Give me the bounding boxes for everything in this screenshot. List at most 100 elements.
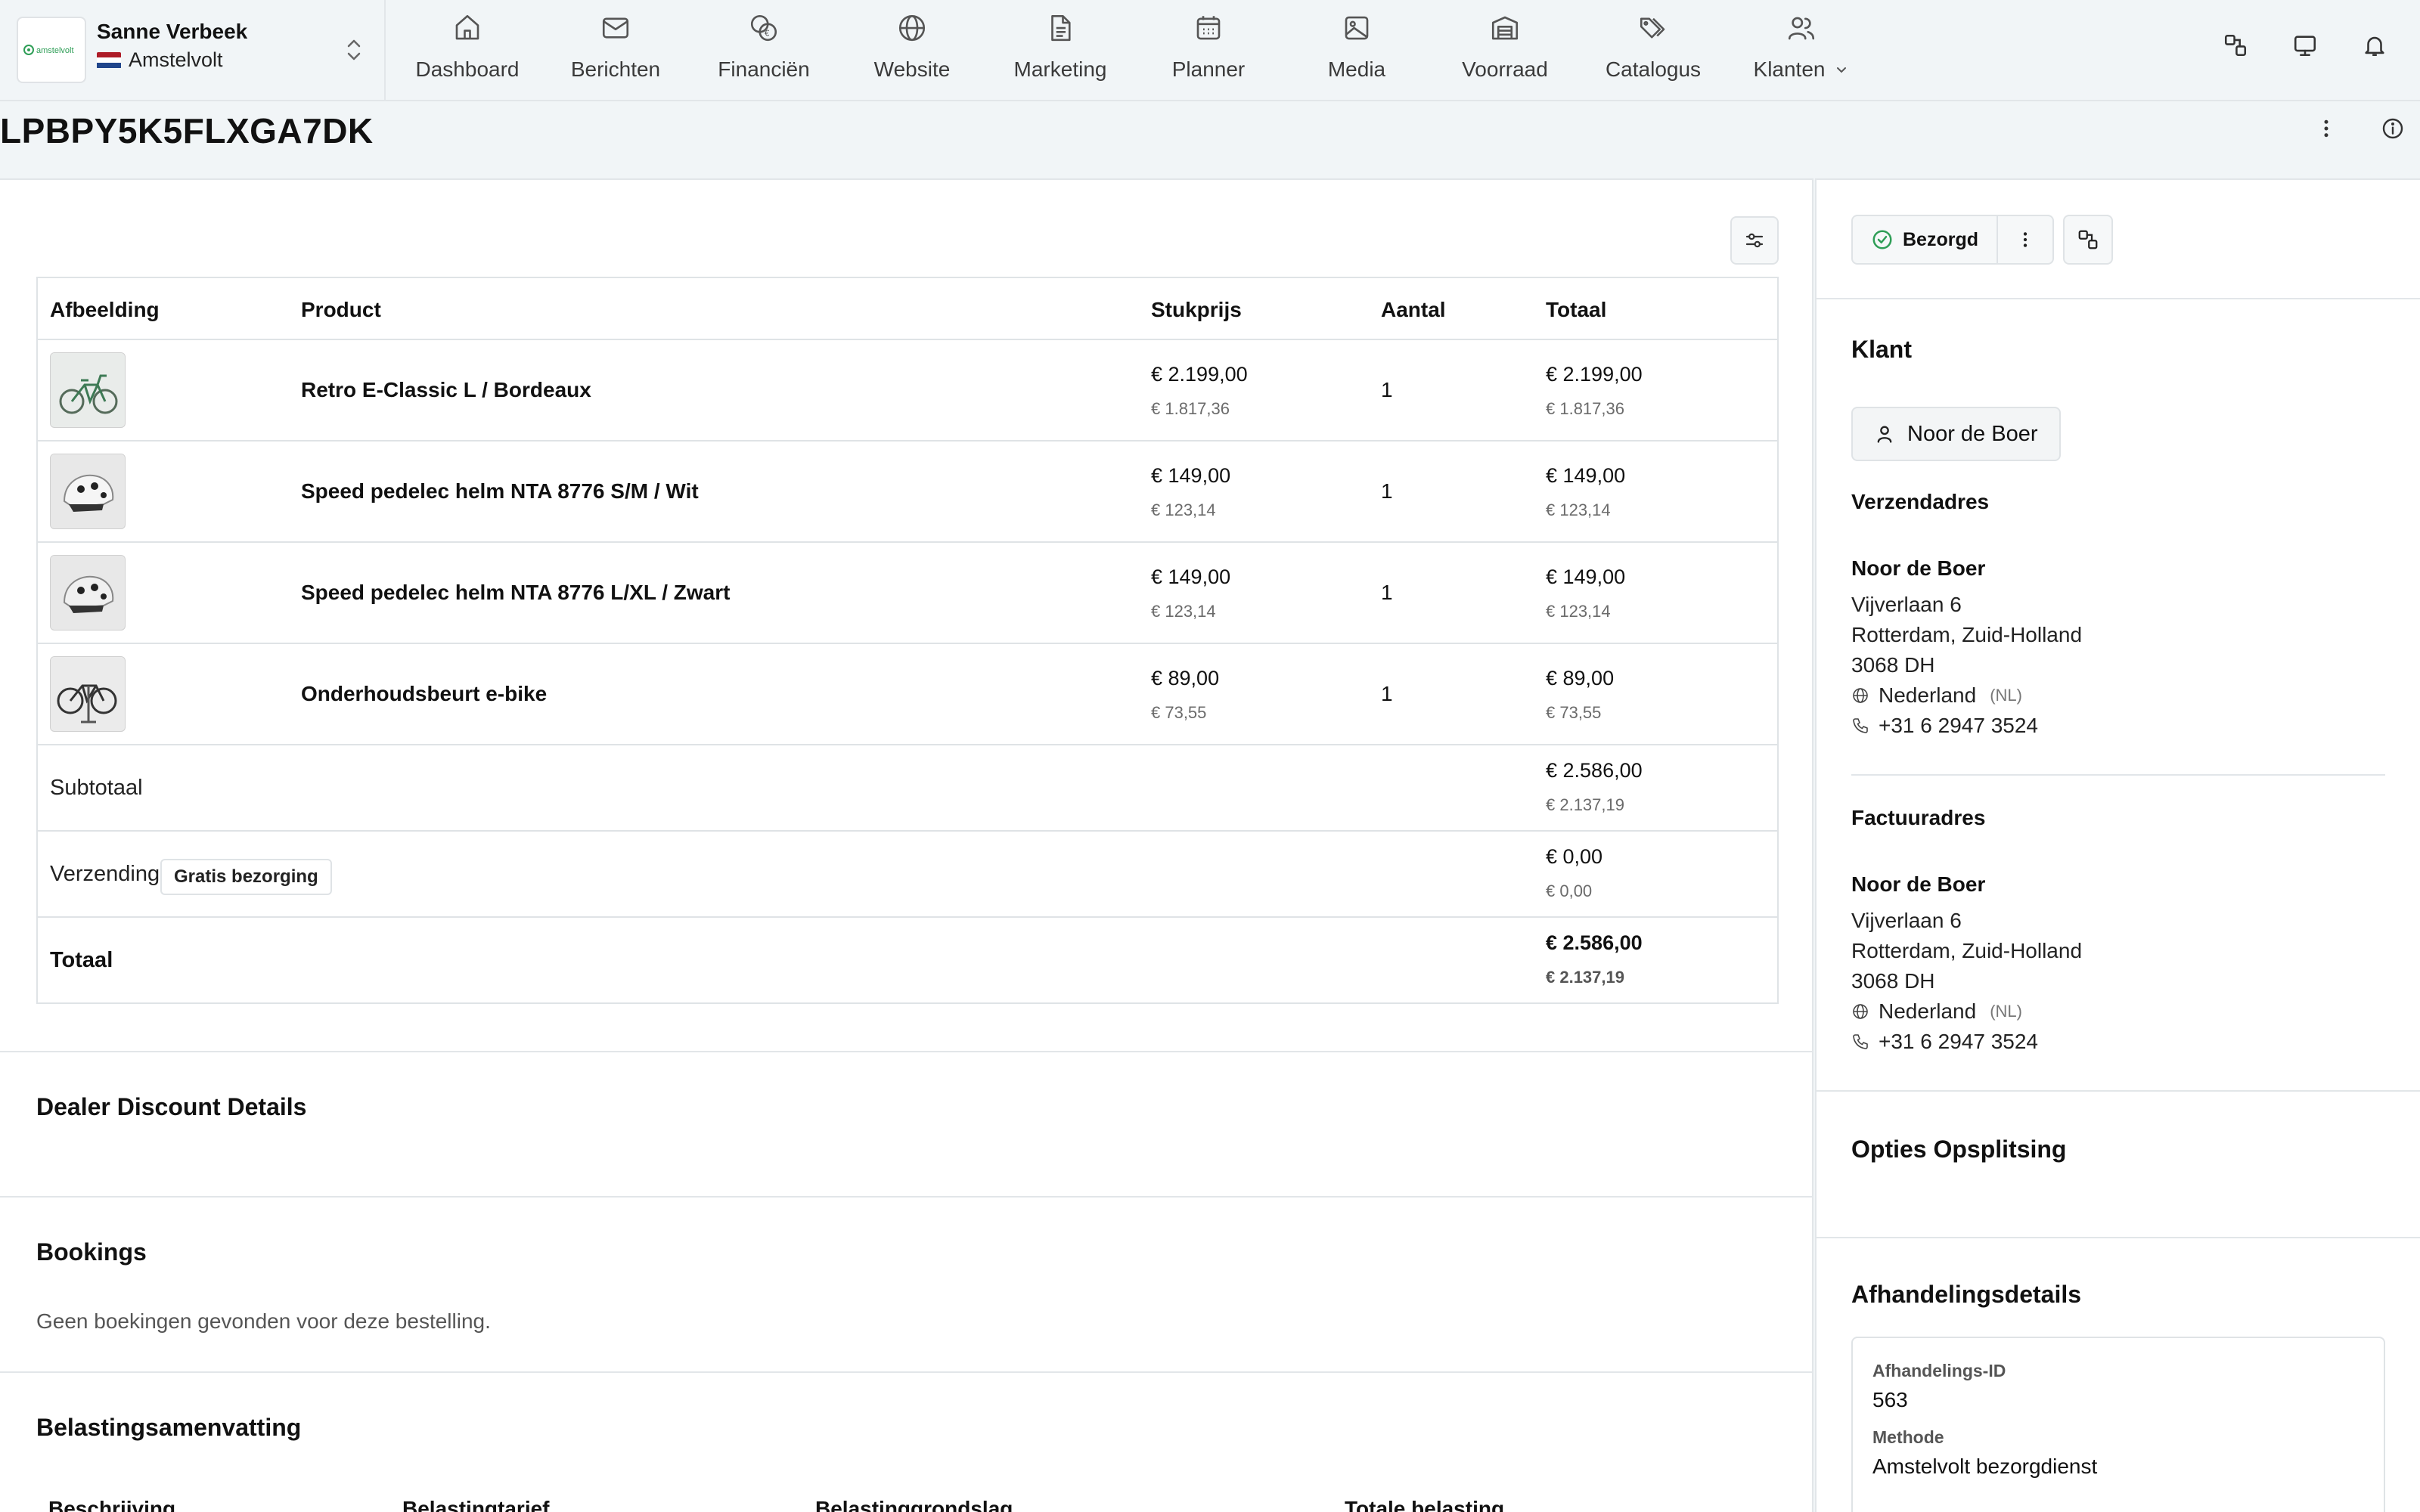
- options-breakdown-card: Opties Opsplitsing: [1815, 1090, 2420, 1237]
- fulfillment-method-label: Methode: [1872, 1427, 1944, 1447]
- quantity: 1: [1381, 581, 1393, 604]
- bell-icon[interactable]: [2360, 30, 2390, 60]
- billing-name: Noor de Boer: [1851, 872, 1986, 896]
- customer-title: Klant: [1851, 336, 1912, 363]
- customer-button[interactable]: Noor de Boer: [1851, 407, 2061, 461]
- nav-item-financien[interactable]: € Financiën: [690, 0, 838, 101]
- fulfillment-details-box: Afhandelings-ID 563 Methode Amstelvolt b…: [1851, 1337, 2385, 1512]
- nav-label: Berichten: [570, 57, 661, 81]
- dealer-discount-title: Dealer Discount Details: [36, 1093, 307, 1120]
- info-icon[interactable]: [2378, 113, 2408, 144]
- bookings-empty-message: Geen boekingen gevonden voor deze bestel…: [36, 1309, 491, 1333]
- product-thumbnail: [50, 555, 126, 631]
- coins-icon: €: [748, 11, 780, 45]
- bike-repair-image: [51, 657, 125, 731]
- billing-country: Nederland (NL): [1851, 999, 2022, 1024]
- product-name[interactable]: Speed pedelec helm NTA 8776 L/XL / Zwart: [301, 581, 730, 605]
- main-nav: Dashboard Berichten € Financiën Website …: [393, 0, 1876, 101]
- divider: [0, 1371, 1813, 1373]
- unit-price-ex-vat: € 123,14: [1151, 500, 1216, 519]
- monitor-icon[interactable]: [2290, 30, 2320, 60]
- nav-label: Website: [873, 57, 951, 81]
- fulfillment-title: Afhandelingsdetails: [1851, 1281, 2082, 1308]
- tax-column-header: Totale belasting: [1345, 1497, 1505, 1512]
- shipping-method-badge: Gratis bezorging: [160, 859, 332, 895]
- line-total-ex-vat: € 123,14: [1546, 500, 1611, 519]
- billing-city: Rotterdam, Zuid-Holland: [1851, 939, 2083, 962]
- quantity: 1: [1381, 479, 1393, 503]
- product-name[interactable]: Retro E-Classic L / Bordeaux: [301, 378, 591, 402]
- fulfillment-method-value: Amstelvolt bezorgdienst: [1872, 1455, 2098, 1478]
- nav-item-klanten[interactable]: Klanten: [1727, 0, 1876, 101]
- shipping-address-title: Verzendadres: [1851, 490, 1990, 513]
- divider: [0, 1196, 1813, 1198]
- product-name[interactable]: Speed pedelec helm NTA 8776 S/M / Wit: [301, 479, 699, 503]
- product-thumbnail: [50, 454, 126, 529]
- table-row[interactable]: Speed pedelec helm NTA 8776 S/M / Wit € …: [38, 442, 1777, 543]
- line-total: € 149,00: [1546, 565, 1626, 588]
- table-row[interactable]: Speed pedelec helm NTA 8776 L/XL / Zwart…: [38, 543, 1777, 644]
- nav-item-marketing[interactable]: Marketing: [986, 0, 1134, 101]
- options-breakdown-title: Opties Opsplitsing: [1851, 1136, 2067, 1163]
- more-vertical-icon: [2023, 232, 2028, 247]
- divider: [1851, 774, 2385, 776]
- phone-number[interactable]: +31 6 2947 3524: [1879, 714, 2038, 738]
- workflow-icon[interactable]: [2220, 30, 2251, 60]
- shipping-name: Noor de Boer: [1851, 556, 1986, 580]
- globe-icon: [1853, 688, 1868, 703]
- tags-icon: [1637, 11, 1669, 45]
- country-name: Nederland: [1879, 999, 1977, 1023]
- svg-text:€: €: [765, 29, 770, 39]
- status-more-button[interactable]: [1996, 216, 2052, 263]
- users-icon: [1786, 11, 1817, 45]
- page-title: LPBPY5K5FLXGA7DK: [0, 111, 374, 150]
- subtotal-value-ex-vat: € 2.137,19: [1546, 795, 1624, 814]
- total-row: Totaal € 2.586,00 € 2.137,19: [38, 918, 1777, 1004]
- shipping-row: Verzending Gratis bezorging € 0,00 € 0,0…: [38, 832, 1777, 918]
- phone-number[interactable]: +31 6 2947 3524: [1879, 1030, 2038, 1054]
- nav-item-planner[interactable]: Planner: [1134, 0, 1283, 101]
- nav-item-berichten[interactable]: Berichten: [541, 0, 690, 101]
- fulfillment-id-value: 563: [1872, 1388, 1908, 1411]
- shipping-street: Vijverlaan 6: [1851, 593, 1962, 616]
- home-icon: [451, 11, 483, 45]
- order-lines-table: Afbeelding Product Stukprijs Aantal Tota…: [36, 277, 1779, 1004]
- nav-item-dashboard[interactable]: Dashboard: [393, 0, 541, 101]
- workflow-button[interactable]: [2063, 215, 2113, 265]
- status-label: Bezorgd: [1903, 228, 1978, 250]
- product-thumbnail: [50, 656, 126, 732]
- store-switcher[interactable]: amstelvolt Sanne Verbeek Amstelvolt: [0, 0, 386, 101]
- nav-label: Klanten: [1753, 57, 1826, 81]
- user-icon: [1877, 426, 1892, 443]
- tax-summary-title: Belastingsamenvatting: [36, 1414, 302, 1441]
- shipping-zip: 3068 DH: [1851, 653, 1935, 677]
- mail-icon: [600, 11, 631, 45]
- image-icon: [1341, 11, 1373, 45]
- document-icon: [1044, 11, 1076, 45]
- nav-label: Financiën: [718, 57, 810, 81]
- unit-price-ex-vat: € 73,55: [1151, 703, 1207, 722]
- subtotal-value: € 2.586,00: [1546, 759, 1643, 782]
- unit-price-ex-vat: € 1.817,36: [1151, 399, 1230, 418]
- billing-phone: +31 6 2947 3524: [1851, 1030, 2038, 1054]
- globe-icon: [896, 11, 928, 45]
- nav-label: Catalogus: [1605, 57, 1702, 81]
- tax-column-header: Belastingtarief: [402, 1497, 550, 1512]
- divider: [0, 1051, 1813, 1052]
- country-name: Nederland: [1879, 683, 1977, 707]
- fulfillment-id-label: Afhandelings-ID: [1872, 1361, 2006, 1380]
- more-vertical-icon[interactable]: [2311, 113, 2341, 144]
- nav-item-catalogus[interactable]: Catalogus: [1579, 0, 1727, 101]
- status-split-button: Bezorgd: [1851, 215, 2054, 265]
- store-name: Amstelvolt: [129, 48, 223, 71]
- table-row[interactable]: Onderhoudsbeurt e-bike € 89,00 € 73,55 1…: [38, 644, 1777, 745]
- nav-item-voorraad[interactable]: Voorraad: [1431, 0, 1579, 101]
- nav-item-media[interactable]: Media: [1283, 0, 1431, 101]
- nav-item-website[interactable]: Website: [838, 0, 986, 101]
- column-settings-button[interactable]: [1730, 216, 1779, 265]
- phone-icon: [1853, 718, 1868, 733]
- product-name[interactable]: Onderhoudsbeurt e-bike: [301, 682, 547, 706]
- check-circle-icon: [1871, 228, 1894, 251]
- table-row[interactable]: Retro E-Classic L / Bordeaux € 2.199,00 …: [38, 340, 1777, 442]
- status-button[interactable]: Bezorgd: [1853, 216, 1996, 263]
